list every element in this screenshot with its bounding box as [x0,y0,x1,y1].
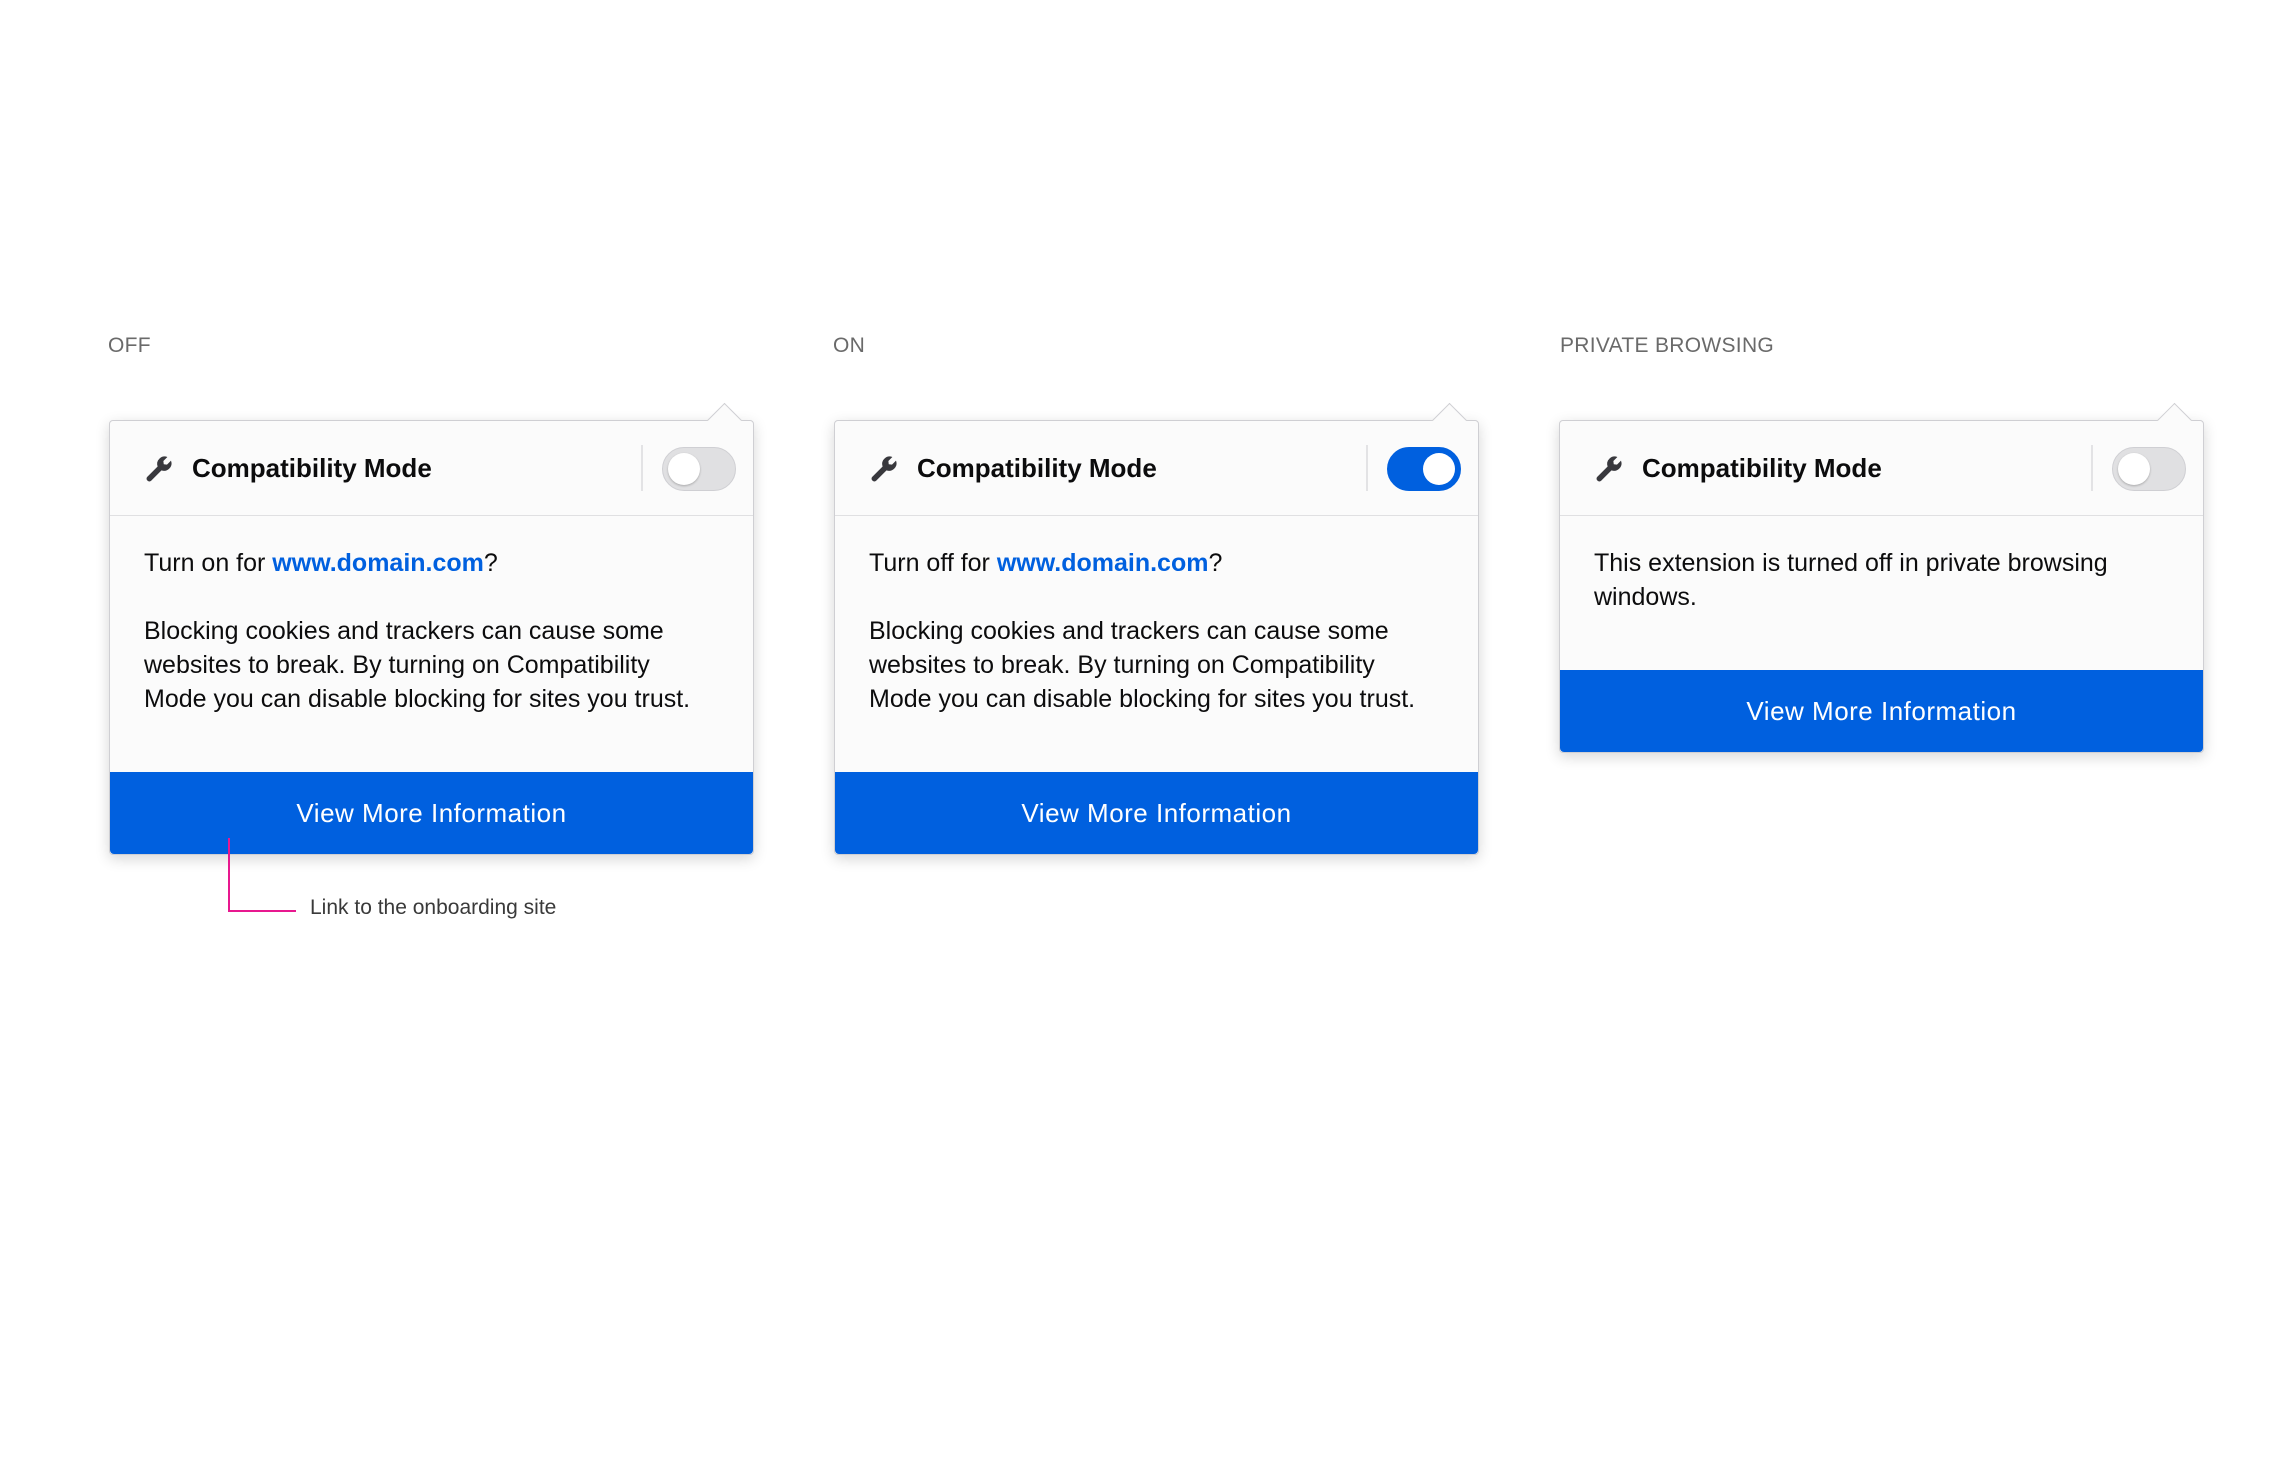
toggle-knob [2118,453,2150,485]
panel-header: Compatibility Mode [110,421,753,516]
state-label-private: PRIVATE BROWSING [1560,334,1775,357]
wrench-icon [871,456,897,482]
state-label-off: OFF [108,334,151,357]
popup-panel-on: Compatibility Mode Turn off for www.doma… [834,402,1479,855]
popup-panel-off: Compatibility Mode Turn on for www.domai… [109,402,754,855]
view-more-information-button[interactable]: View More Information [1560,670,2203,752]
turn-on-suffix: ? [483,549,498,577]
annotation-connector [228,838,296,912]
wrench-icon [1596,456,1622,482]
panel-title: Compatibility Mode [192,453,432,483]
panel-header: Compatibility Mode [835,421,1478,516]
turn-on-prefix: Turn on for [144,549,273,577]
header-divider [2091,445,2093,491]
domain-link[interactable]: www.domain.com [272,549,484,577]
turn-off-suffix: ? [1208,549,1223,577]
header-divider [1366,445,1368,491]
view-more-information-button[interactable]: View More Information [835,772,1478,854]
turn-off-text: Turn off for www.domain.com? [869,546,1444,580]
header-divider [641,445,643,491]
description-text: Blocking cookies and trackers can cause … [144,617,691,713]
panel-header: Compatibility Mode [1560,421,2203,516]
turn-off-prefix: Turn off for [869,549,997,577]
description-text: Blocking cookies and trackers can cause … [869,617,1416,713]
panel-body: This extension is turned off in private … [1560,516,2203,670]
view-more-information-button[interactable]: View More Information [110,772,753,854]
domain-link[interactable]: www.domain.com [997,549,1209,577]
state-label-on: ON [833,334,866,357]
compatibility-toggle[interactable] [1387,447,1461,491]
panel-body: Turn off for www.domain.com? Blocking co… [835,516,1478,772]
popup-panel-private: Compatibility Mode This extension is tur… [1559,402,2204,753]
annotation-label: Link to the onboarding site [310,896,557,919]
toggle-knob [1423,453,1455,485]
panel-body: Turn on for www.domain.com? Blocking coo… [110,516,753,772]
panel-title: Compatibility Mode [1642,453,1882,483]
toggle-knob [668,453,700,485]
panel-title: Compatibility Mode [917,453,1157,483]
private-browsing-message: This extension is turned off in private … [1594,549,2108,611]
compatibility-toggle[interactable] [662,447,736,491]
wrench-icon [146,456,172,482]
turn-on-text: Turn on for www.domain.com? [144,546,719,580]
compatibility-toggle[interactable] [2112,447,2186,491]
